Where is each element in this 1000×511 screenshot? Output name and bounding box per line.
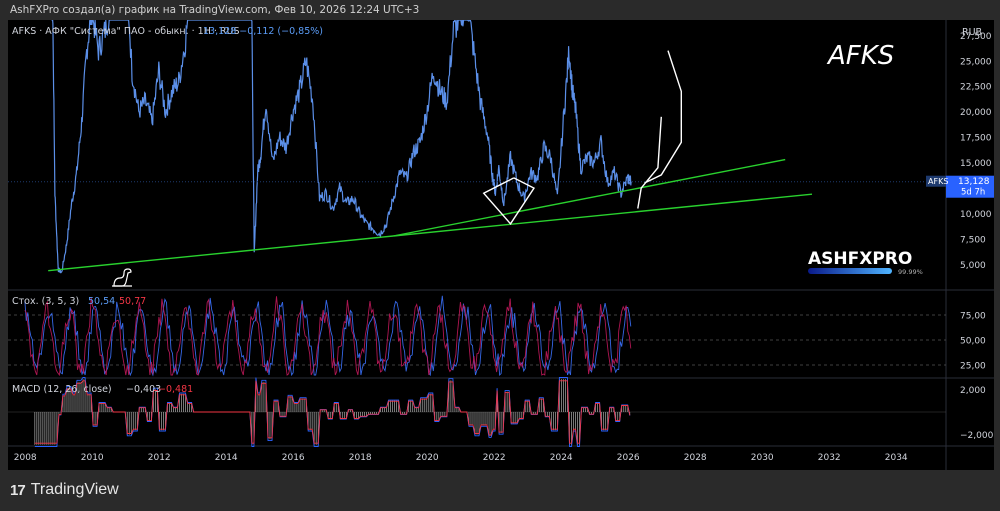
- brand-name: TradingView: [30, 481, 119, 498]
- y-tick-label: 7,500: [960, 236, 986, 246]
- arrow-drawing[interactable]: [637, 116, 662, 209]
- axes: 5,0007,50010,00012,50015,00017,50020,000…: [14, 32, 994, 463]
- x-tick-label: 2008: [14, 453, 37, 463]
- chart-stage: 5,0007,50010,00012,50015,00017,50020,000…: [8, 20, 994, 470]
- chart-svg: 5,0007,50010,00012,50015,00017,50020,000…: [8, 20, 994, 470]
- chart-header-text: AshFXPro создал(а) график на TradingView…: [10, 4, 420, 16]
- stochastic-pane[interactable]: [8, 295, 946, 377]
- x-tick-label: 2018: [349, 453, 372, 463]
- arrow-drawing[interactable]: [644, 50, 682, 184]
- last-price-timer: 5d 7h: [961, 188, 985, 198]
- stochastic-tick-label: 75,00: [960, 312, 986, 322]
- last-price-ticker: AFKS: [928, 177, 948, 186]
- stochastic-tick-label: 25,00: [960, 362, 986, 372]
- y-tick-label: 10,000: [960, 210, 992, 220]
- x-tick-label: 2024: [550, 453, 573, 463]
- tradingview-logo-icon: 17: [10, 481, 26, 499]
- y-tick-label: 5,000: [960, 261, 986, 271]
- author-progress-bar: [808, 268, 892, 274]
- y-tick-label: 25,000: [960, 57, 992, 67]
- x-tick-label: 2028: [684, 453, 707, 463]
- x-tick-label: 2034: [885, 453, 908, 463]
- macd-tick-label: −2,000: [960, 431, 994, 441]
- x-tick-label: 2012: [148, 453, 171, 463]
- dino-icon[interactable]: [112, 268, 132, 287]
- stochastic-k-value: 50,54: [88, 296, 115, 307]
- stochastic-d-value: 50,77: [119, 296, 146, 307]
- trendline[interactable]: [393, 193, 813, 237]
- x-tick-label: 2032: [818, 453, 841, 463]
- last-price-value: 13,128: [958, 177, 990, 187]
- stochastic-legend-title: Стох. (3, 5, 3): [12, 296, 79, 307]
- y-tick-label: 15,000: [960, 159, 992, 169]
- currency-label: RUB: [962, 27, 982, 38]
- x-tick-label: 2014: [215, 453, 238, 463]
- signal-value: −0,481: [158, 384, 193, 395]
- macd-tick-label: 2,000: [960, 386, 986, 396]
- y-tick-label: 22,500: [960, 83, 992, 93]
- author-percent: 99.99%: [898, 268, 923, 276]
- x-tick-label: 2030: [751, 453, 774, 463]
- author-watermark: ASHFXPRO: [808, 249, 912, 269]
- trendline[interactable]: [48, 235, 394, 272]
- price-line-afks[interactable]: [51, 20, 632, 274]
- stochastic-tick-label: 50,00: [960, 337, 986, 347]
- x-tick-label: 2016: [282, 453, 305, 463]
- macd-value: −0,403: [126, 384, 161, 395]
- footer-brand[interactable]: 17 TradingView: [10, 481, 119, 499]
- main-pane[interactable]: [8, 20, 946, 274]
- x-tick-label: 2010: [81, 453, 104, 463]
- y-tick-label: 17,500: [960, 134, 992, 144]
- trendline[interactable]: [393, 158, 786, 237]
- macd-legend-title: MACD (12, 26, close): [12, 384, 112, 395]
- x-tick-label: 2026: [617, 453, 640, 463]
- main-legend-values: 13,128 −0,112 (−0,85%): [203, 26, 323, 37]
- x-tick-label: 2020: [416, 453, 439, 463]
- y-tick-label: 20,000: [960, 108, 992, 118]
- x-tick-label: 2022: [483, 453, 506, 463]
- ticker-watermark: AFKS: [826, 41, 894, 71]
